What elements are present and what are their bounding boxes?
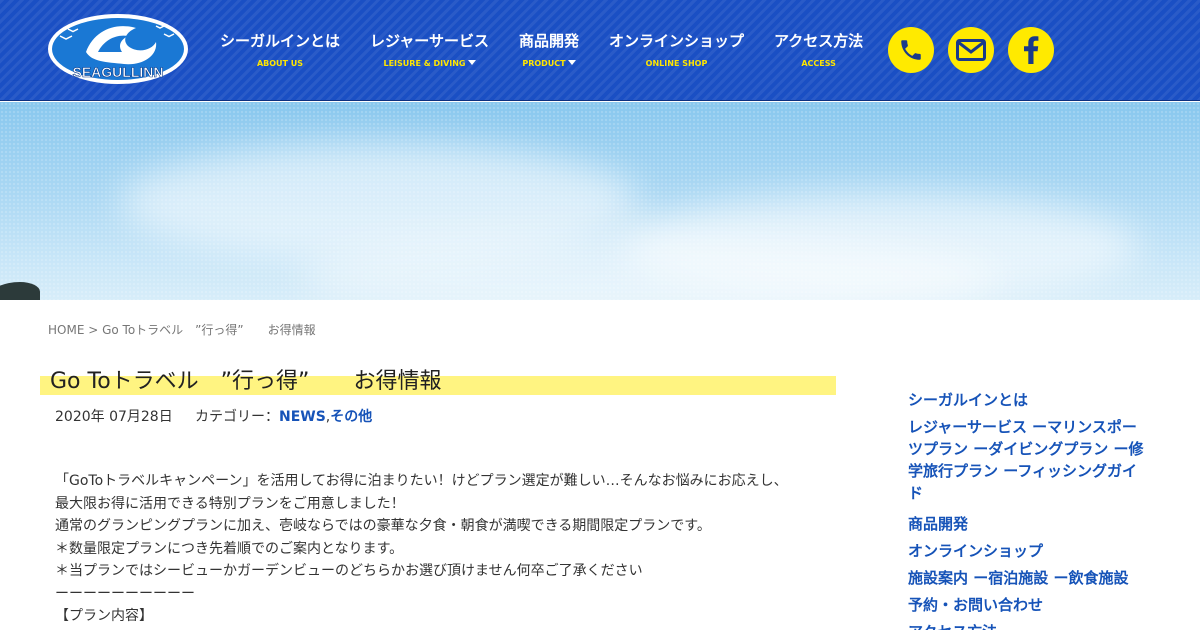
breadcrumb: HOME > Go Toトラベル ”行っ得” お得情報 (48, 321, 316, 338)
breadcrumb-home-link[interactable]: HOME (48, 323, 84, 337)
post-body: 「GoToトラベルキャンペーン」を活用してお得に泊まりたい！けどプラン選定が難し… (55, 470, 795, 628)
post-paragraph: 【プラン内容】 (55, 608, 153, 624)
hero-texture (0, 102, 1200, 300)
nav-leisure[interactable]: レジャーサービス LEISURE & DIVING (355, 31, 504, 81)
nav-leisure-label: レジャーサービス (370, 32, 489, 50)
caret-down-icon (467, 60, 476, 65)
category-prefix: カテゴリー： (194, 409, 279, 425)
post-date: 2020年 07月28日 (55, 409, 173, 425)
nav-product[interactable]: 商品開発 PRODUCT (504, 31, 594, 81)
nav-online-shop-sub: ONLINE SHOP (645, 59, 708, 68)
category-news-link[interactable]: NEWS (279, 409, 326, 425)
nav-access-label: アクセス方法 (774, 32, 864, 50)
sidebar-item-facilities[interactable]: 施設案内 ー宿泊施設 ー飲食施設 (908, 567, 1144, 589)
mail-icon (956, 39, 986, 61)
post-meta: 2020年 07月28日 カテゴリー：NEWS,その他 (55, 408, 372, 426)
post-divider: ーーーーーーーーーー (55, 585, 195, 602)
breadcrumb-separator: > (84, 323, 103, 337)
phone-button[interactable] (888, 27, 934, 73)
nav-product-label: 商品開発 (518, 32, 579, 50)
nav-about-label: シーガルインとは (220, 32, 341, 50)
nav-access-sub: ACCESS (801, 59, 836, 68)
hero-sky-image (0, 102, 1200, 300)
nav-about-sub: ABOUT US (256, 59, 304, 68)
nav-leisure-sub: LEISURE & DIVING (383, 59, 466, 68)
mail-button[interactable] (948, 27, 994, 73)
sidebar-item-leisure[interactable]: レジャーサービス ーマリンスポーツプラン ーダイビングプラン ー修学旅行プラン … (908, 416, 1144, 504)
logo-text: SEAGULLINN (73, 64, 164, 80)
seagullinn-logo[interactable]: SEAGULLINN (46, 12, 190, 86)
sidebar-item-product[interactable]: 商品開発 (908, 513, 1144, 535)
main-nav: シーガルインとは ABOUT US レジャーサービス LEISURE & DIV… (205, 31, 878, 81)
sidebar-item-about[interactable]: シーガルインとは (908, 389, 1144, 411)
nav-online-shop-label: オンラインショップ (608, 32, 744, 50)
category-other-link[interactable]: その他 (330, 409, 372, 425)
breadcrumb-current: Go Toトラベル ”行っ得” お得情報 (102, 323, 316, 337)
post-paragraph: ＊数量限定プランにつき先着順でのご案内となります。 (55, 540, 404, 557)
caret-down-icon (567, 60, 576, 65)
phone-icon (901, 40, 921, 60)
post-paragraph: 通常のグランピングプランに加え、壱岐ならではの豪華な夕食・朝食が満喫できる期間限… (55, 518, 711, 534)
sidebar-item-online-shop[interactable]: オンラインショップ (908, 540, 1144, 562)
hero-hill (0, 282, 40, 300)
sidebar-item-reservation[interactable]: 予約・お問い合わせ (908, 594, 1144, 616)
nav-leisure-sub-wrap: LEISURE & DIVING (370, 58, 489, 70)
post-title: Go Toトラベル ”行っ得” お得情報 (50, 369, 442, 394)
nav-online-shop[interactable]: オンラインショップ ONLINE SHOP (594, 31, 759, 81)
sidebar-menu: シーガルインとは レジャーサービス ーマリンスポーツプラン ーダイビングプラン … (908, 389, 1144, 630)
nav-product-sub: PRODUCT (522, 59, 566, 68)
site-header: SEAGULLINN シーガルインとは ABOUT US レジャーサービス LE… (0, 0, 1200, 101)
nav-access[interactable]: アクセス方法 ACCESS (759, 31, 878, 81)
nav-about[interactable]: シーガルインとは ABOUT US (205, 31, 355, 81)
post-paragraph: 「GoToトラベルキャンペーン」を活用してお得に泊まりたい！けどプラン選定が難し… (55, 473, 788, 512)
sidebar-item-access[interactable]: アクセス方法 (908, 621, 1144, 630)
facebook-button[interactable] (1008, 27, 1054, 73)
post-paragraph: ＊当プランではシービューかガーデンビューのどちらかお選び頂けません何卒ご了承くだ… (55, 563, 643, 579)
facebook-icon (1024, 36, 1039, 64)
nav-product-sub-wrap: PRODUCT (519, 58, 579, 70)
